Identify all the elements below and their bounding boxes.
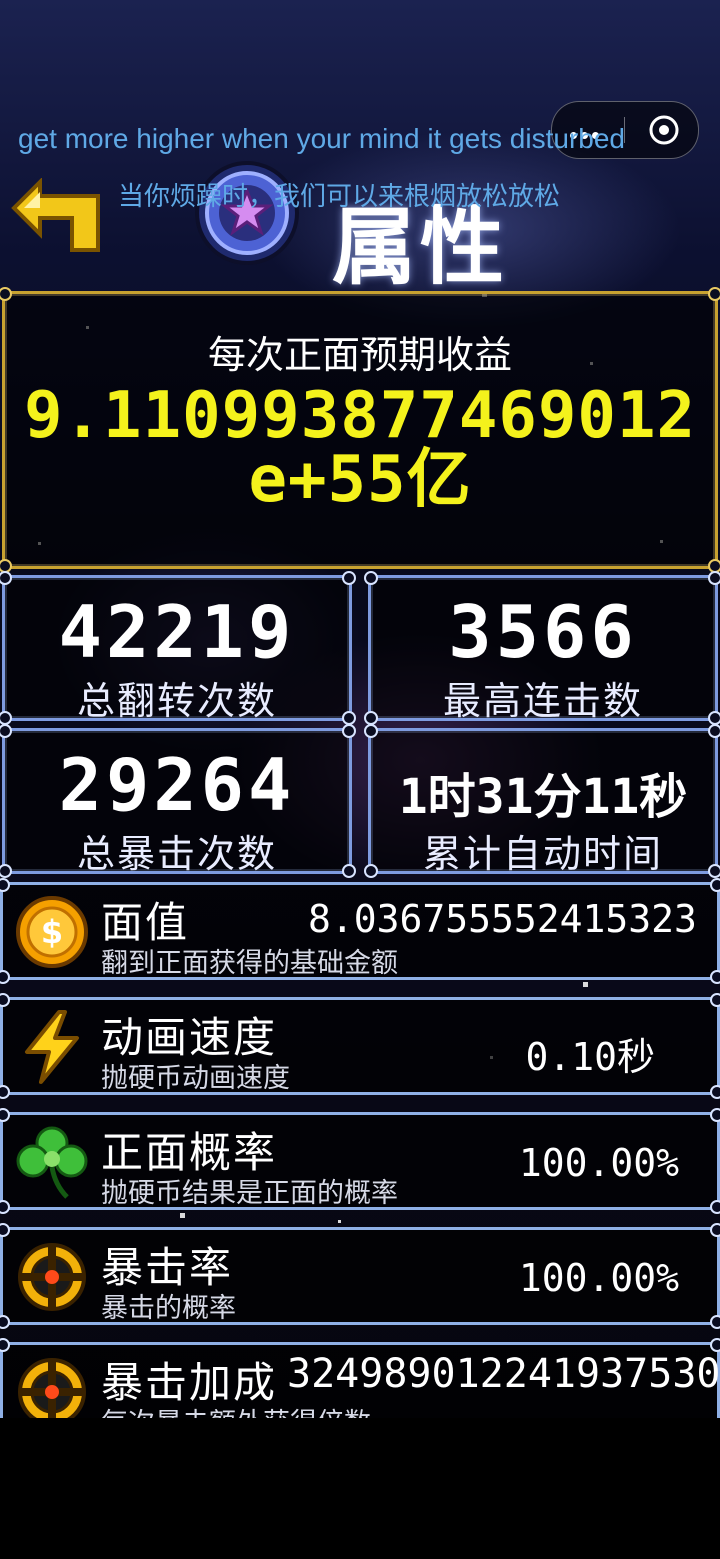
attribute-value: 3249890122419375305 (287, 1351, 720, 1397)
coin-icon: $ (16, 896, 88, 968)
stat-value: 42219 (58, 590, 296, 674)
attribute-row-crit-rate[interactable]: 暴击率 暴击的概率 100.00% (0, 1223, 720, 1329)
attribute-row-crit-bonus[interactable]: 暴击加成 每次暴击额外获得倍数 3249890122419375305 (0, 1338, 720, 1418)
target-circle-icon[interactable] (648, 114, 680, 146)
income-panel: 每次正面预期收益 9.1109938774690​12e+55亿 (0, 287, 720, 573)
stat-total-flips: 42219 总翻转次数 (0, 571, 356, 725)
star-decoration (338, 1220, 341, 1223)
lightning-icon (25, 1010, 79, 1084)
attribute-value: 8.036755552415323 (308, 897, 697, 941)
stat-total-crits: 29264 总暴击次数 (0, 724, 356, 878)
crosshair-icon (18, 1358, 86, 1418)
attribute-value: 100.00% (518, 1141, 679, 1185)
stat-label: 总暴击次数 (76, 832, 277, 876)
attribute-desc: 抛硬币动画速度 (101, 1063, 290, 1094)
attribute-desc: 每次暴击额外获得倍数 (101, 1401, 371, 1418)
clover-icon (16, 1126, 88, 1199)
star-badge-icon (195, 161, 299, 265)
game-screen: 属性 get more higher when your mind it get… (0, 0, 720, 1418)
attribute-desc: 暴击的概率 (101, 1293, 236, 1324)
overlay-caption-chinese: 当你烦躁时，我们可以来根烟放松放松 (118, 182, 561, 212)
stat-max-combo: 3566 最高连击数 (364, 571, 720, 725)
attribute-row-heads-probability[interactable]: 正面概率 抛硬币结果是正面的概率 100.00% (0, 1108, 720, 1214)
stat-value: 29264 (58, 743, 296, 827)
crosshair-icon (18, 1243, 86, 1311)
income-value: 9.1109938774690​12e+55亿 (23, 379, 697, 517)
stat-label: 最高连击数 (442, 679, 643, 723)
income-label: 每次正面预期收益 (207, 333, 512, 377)
stat-label: 累计自动时间 (422, 832, 663, 876)
star-decoration (583, 982, 588, 987)
attribute-value: 100.00% (518, 1256, 679, 1300)
svg-text:$: $ (41, 913, 63, 951)
overlay-caption-english: get more higher when your mind it gets d… (18, 123, 625, 154)
attribute-value: 0.10秒 (525, 1035, 655, 1079)
stat-value: 3566 (448, 590, 638, 674)
attribute-row-face-value[interactable]: $ 面值 翻到正面获得的基础金额 8.036755552415323 (0, 878, 720, 984)
stat-label: 总翻转次数 (76, 679, 277, 723)
attribute-row-animation-speed[interactable]: 动画速度 抛硬币动画速度 0.10秒 (0, 993, 720, 1099)
back-arrow-icon[interactable] (10, 178, 105, 254)
attribute-desc: 翻到正面获得的基础金额 (101, 948, 398, 979)
stat-auto-time: 1时31分11秒 累计自动时间 (364, 724, 720, 878)
attribute-desc: 抛硬币结果是正面的概率 (101, 1178, 398, 1209)
star-decoration (180, 1213, 185, 1218)
